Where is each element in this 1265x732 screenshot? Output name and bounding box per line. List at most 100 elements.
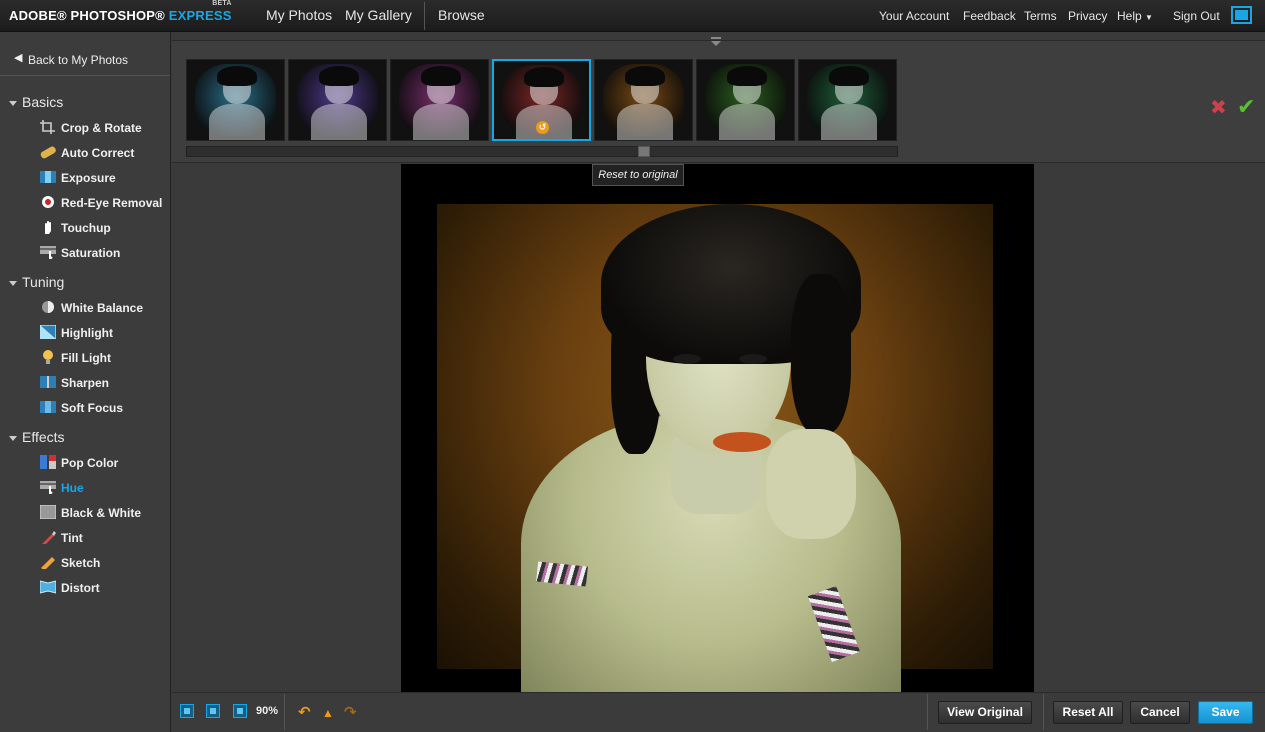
thumb-body bbox=[413, 104, 469, 140]
nav-browse[interactable]: Browse bbox=[438, 7, 485, 23]
thumb-hair bbox=[524, 67, 564, 87]
thumb-hair bbox=[217, 66, 257, 86]
tint-icon bbox=[42, 531, 56, 544]
zoom-fit-icon[interactable] bbox=[206, 704, 220, 718]
thumb-body bbox=[617, 104, 673, 140]
link-sign-out[interactable]: Sign Out bbox=[1173, 9, 1220, 23]
section-effects[interactable]: Effects bbox=[9, 429, 65, 445]
photo-hair-right bbox=[791, 274, 851, 434]
cancel-button[interactable]: Cancel bbox=[1130, 701, 1190, 724]
tool-label: Crop & Rotate bbox=[61, 121, 142, 135]
thumb-body bbox=[311, 104, 367, 140]
close-icon[interactable]: ✖ bbox=[1210, 98, 1227, 118]
section-basics[interactable]: Basics bbox=[9, 94, 63, 110]
zoom-in-icon[interactable] bbox=[233, 704, 247, 718]
reset-tooltip: Reset to original bbox=[592, 164, 684, 186]
link-feedback[interactable]: Feedback bbox=[963, 9, 1016, 23]
toolbar-divider bbox=[1043, 694, 1044, 730]
exposure-icon bbox=[40, 171, 56, 183]
undo-icon[interactable]: ↶ bbox=[298, 703, 311, 721]
reset-icon[interactable]: ↺ bbox=[536, 121, 549, 134]
hue-variant-thumb[interactable] bbox=[390, 59, 489, 141]
section-title: Tuning bbox=[22, 274, 65, 290]
back-to-my-photos[interactable]: ◀ Back to My Photos bbox=[0, 32, 170, 76]
bandage-icon bbox=[40, 146, 56, 159]
hue-icon bbox=[40, 481, 56, 494]
bulb-icon bbox=[43, 350, 53, 364]
nav-my-gallery[interactable]: My Gallery bbox=[345, 7, 412, 23]
thumb-hair bbox=[727, 66, 767, 86]
back-label: Back to My Photos bbox=[28, 53, 129, 67]
filmstrip-scroll-knob[interactable] bbox=[638, 146, 650, 157]
highlight-icon bbox=[40, 325, 56, 339]
hue-variant-thumb[interactable] bbox=[594, 59, 693, 141]
top-bar: ADOBE® PHOTOSHOP® EXPRESS BETA My Photos… bbox=[0, 0, 1265, 32]
arrow-left-icon: ◀ bbox=[14, 52, 23, 64]
edited-photo bbox=[401, 164, 1034, 692]
zoom-level: 90% bbox=[256, 705, 279, 717]
zoom-out-icon[interactable] bbox=[180, 704, 194, 718]
section-tuning[interactable]: Tuning bbox=[9, 274, 64, 290]
tool-label: Fill Light bbox=[61, 351, 111, 365]
pop-color-icon bbox=[40, 455, 56, 469]
toolbar-divider bbox=[927, 694, 928, 730]
thumb-body bbox=[821, 104, 877, 140]
redo-icon[interactable]: ↷ bbox=[344, 703, 357, 721]
filmstrip-scrollbar[interactable] bbox=[186, 146, 898, 157]
collapse-arrow-icon[interactable] bbox=[711, 37, 721, 46]
link-help[interactable]: Help ▼ bbox=[1117, 9, 1153, 23]
link-terms[interactable]: Terms bbox=[1024, 9, 1057, 23]
hue-variant-thumb[interactable] bbox=[288, 59, 387, 141]
link-your-account[interactable]: Your Account bbox=[879, 9, 949, 23]
sketch-icon bbox=[40, 557, 55, 569]
white-balance-icon bbox=[42, 301, 54, 313]
tool-label: Auto Correct bbox=[61, 146, 135, 160]
sharpen-icon bbox=[40, 376, 56, 388]
tool-label: Highlight bbox=[61, 326, 113, 340]
section-title: Effects bbox=[22, 429, 65, 445]
photo-hand bbox=[766, 429, 856, 539]
reset-all-button[interactable]: Reset All bbox=[1053, 701, 1123, 724]
tool-label: Pop Color bbox=[61, 456, 119, 470]
check-icon[interactable]: ✔ bbox=[1237, 96, 1255, 118]
tool-label: Touchup bbox=[61, 221, 111, 235]
hue-variant-thumb[interactable] bbox=[696, 59, 795, 141]
tool-label: Hue bbox=[61, 481, 84, 495]
photo-eye-left bbox=[673, 354, 701, 364]
view-original-button[interactable]: View Original bbox=[938, 701, 1032, 724]
beta-badge: BETA bbox=[212, 0, 232, 7]
photo-eye-right bbox=[739, 354, 767, 364]
hue-variant-thumb[interactable] bbox=[798, 59, 897, 141]
tool-label: Red-Eye Removal bbox=[61, 196, 163, 210]
link-privacy[interactable]: Privacy bbox=[1068, 9, 1107, 23]
thumb-hair bbox=[319, 66, 359, 86]
tool-label: White Balance bbox=[61, 301, 144, 315]
tool-label: Soft Focus bbox=[61, 401, 123, 415]
soft-focus-icon bbox=[40, 401, 56, 413]
hue-variant-thumb-selected[interactable]: ↺ bbox=[492, 59, 591, 141]
save-button[interactable]: Save bbox=[1198, 701, 1253, 724]
help-label: Help bbox=[1117, 9, 1142, 23]
up-arrow-icon[interactable]: ▲ bbox=[322, 706, 334, 720]
hue-variant-thumb[interactable] bbox=[186, 59, 285, 141]
tool-label: Sketch bbox=[61, 556, 101, 570]
logo-express: EXPRESS bbox=[168, 8, 232, 23]
black-white-icon bbox=[40, 505, 56, 519]
thumb-hair bbox=[829, 66, 869, 86]
nav-my-photos[interactable]: My Photos bbox=[266, 7, 332, 23]
tool-label: Saturation bbox=[61, 246, 121, 260]
thumb-body bbox=[719, 104, 775, 140]
tool-label: Distort bbox=[61, 581, 100, 595]
hand-icon bbox=[45, 221, 51, 234]
logo-text: ADOBE® PHOTOSHOP® bbox=[9, 8, 165, 23]
photo-lips bbox=[713, 432, 771, 452]
tool-label: Exposure bbox=[61, 171, 116, 185]
thumb-body bbox=[209, 104, 265, 140]
chevron-down-icon: ▼ bbox=[1145, 13, 1153, 22]
triangle-down-icon bbox=[9, 100, 17, 106]
tool-label: Sharpen bbox=[61, 376, 110, 390]
fullscreen-icon[interactable] bbox=[1231, 6, 1252, 24]
crop-icon bbox=[40, 120, 55, 134]
thumb-hair bbox=[421, 66, 461, 86]
distort-icon bbox=[40, 580, 56, 594]
